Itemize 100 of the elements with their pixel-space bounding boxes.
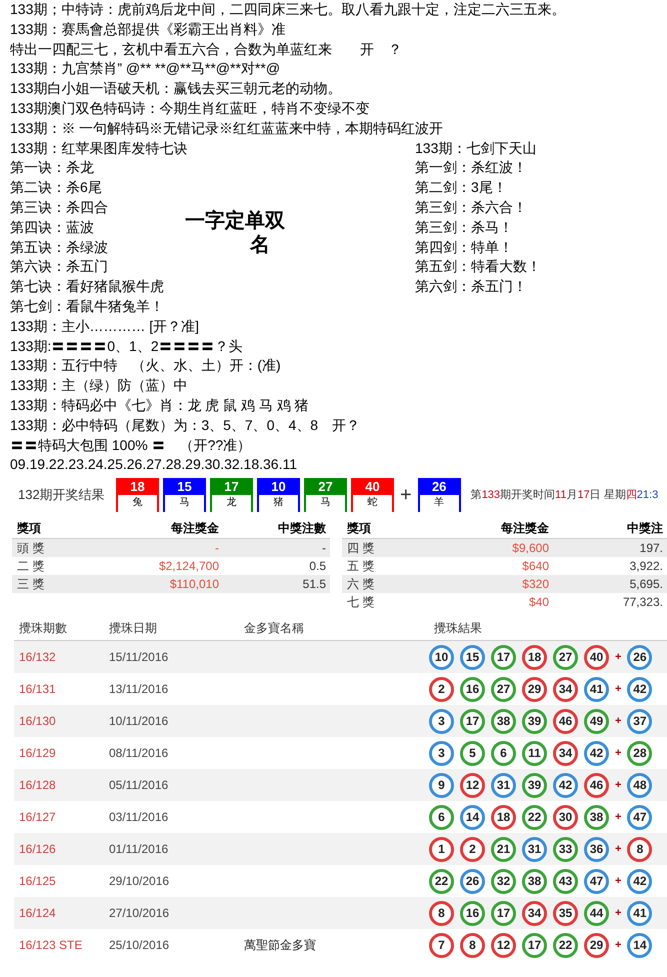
table-cell-text: $640 <box>521 558 550 576</box>
table-cell-text: 15/11/2016 <box>108 649 170 666</box>
column-header: 中獎注 <box>626 520 664 537</box>
table-cell-text: $110,010 <box>168 576 220 594</box>
plus-sign: + <box>615 682 622 697</box>
table-cell-text: 05/11/2016 <box>108 777 170 794</box>
table-cell-text: $2,124,700 <box>158 558 220 576</box>
table-cell: 萬聖節金多寶 <box>244 938 316 952</box>
column-header: 每注獎金 <box>500 520 550 537</box>
text-line: 第四诀：蓝波 <box>10 218 94 237</box>
number-tile: 15 马 <box>163 478 206 512</box>
table-cell-text: 01/11/2016 <box>108 841 170 858</box>
table-cell-text: 77,323. <box>622 594 664 612</box>
number-tile: 10 猪 <box>257 478 300 512</box>
text-line: 第一诀：杀龙 <box>10 158 94 178</box>
text-line: 133期：赛馬會总部提供《彩霸王出肖料》准 <box>10 20 286 39</box>
text-line: 133期：七剑下天山 <box>415 138 536 158</box>
text-line: 133期：特码必中《七》肖：龙 虎 鼠 鸡 马 鸡 猪 <box>10 396 309 415</box>
text-line: 133期：九宫禁肖” @** **@**马**@**对**@ <box>10 59 280 78</box>
table-cell-text: 16/127 <box>18 809 57 826</box>
text-line: 第五诀：杀绿波 <box>10 238 108 257</box>
text-line: 133期：※ 一句解特码※无错记录※红红蓝蓝来中特，本期特码红波开 <box>10 118 444 138</box>
column-header: 金多寶名稱 <box>243 620 305 637</box>
number-tile: 27 马 <box>304 478 347 512</box>
text-line: 133期；中特诗：虎前鸡后龙中间，二四同床三来七。取八看九跟十定，注定二六三五来。 <box>10 0 566 19</box>
table-cell-text: 5,695. <box>628 576 664 594</box>
text-line: 133期：主小………… [开？准] <box>10 316 200 336</box>
table-cell-text: $9,600 <box>511 540 550 558</box>
plus-sign: + <box>615 810 622 825</box>
number-tile: 26 羊 <box>418 478 461 512</box>
plus-sign: + <box>615 714 622 729</box>
table-cell-text: 29/10/2016 <box>108 873 170 890</box>
table-cell-text: 七 獎 <box>346 594 376 612</box>
text-line: 第三诀：杀四合 <box>10 198 108 217</box>
text-line: 第六剑：杀五门！ <box>415 277 527 296</box>
text-line: 第五剑：特看大数！ <box>415 257 541 276</box>
plus-sign: + <box>615 842 622 857</box>
column-header: 攪珠期數 <box>18 620 68 637</box>
number-tile: 40 蛇 <box>351 478 394 512</box>
table-cell-text: 16/124 <box>18 905 57 922</box>
text-line: 133期白小姐一语破天机：赢钱去买三朝元老的动物。 <box>10 79 342 98</box>
table-cell-text: 五 獎 <box>346 558 376 576</box>
table-cell-text: 197. <box>638 540 664 558</box>
table-cell-text: 16/125 <box>18 873 57 890</box>
table-cell-text: - <box>321 540 327 558</box>
table-cell-text: 16/131 <box>18 681 57 698</box>
text-line: 〓〓特码大包围 100% 〓 （开??准） <box>10 436 252 455</box>
column-header: 每注獎金 <box>170 520 220 537</box>
result-label: 132期开奖结果 <box>18 486 106 504</box>
column-header: 攪珠結果 <box>433 620 482 637</box>
text-line: 第一剑：杀红波！ <box>415 158 527 178</box>
table-cell-text: 08/11/2016 <box>108 745 170 762</box>
text-line: 133期:〓〓〓〓0、1、2〓〓〓〓？头 <box>10 336 243 356</box>
table-cell-text: 27/10/2016 <box>108 905 170 922</box>
plus-sign: + <box>615 650 622 665</box>
text-line: 第二剑：3尾！ <box>415 178 507 198</box>
table-cell-text: 16/132 <box>18 649 57 666</box>
plus-sign: + <box>399 483 413 508</box>
table-cell-text: 25/10/2016 <box>108 937 170 954</box>
text-line: 第七诀：看好猪鼠猴牛虎 <box>10 277 164 296</box>
table-cell-text: 0.5 <box>308 558 327 576</box>
table-cell-text: $40 <box>528 594 550 612</box>
number-tile: 18 兔 <box>116 478 159 512</box>
table-cell-text: 二 獎 <box>16 558 46 576</box>
table-cell-text: 六 獎 <box>346 576 376 594</box>
text-line: 133期：必中特码（尾数）为：3、5、7、0、4、8 开？ <box>10 416 360 435</box>
text-line: 第七剑：看鼠牛猪兔羊！ <box>10 296 164 316</box>
column-header: 中獎注數 <box>277 520 327 537</box>
next-draw-time: 第133期开奖时间11月 17日 星期四21:3 <box>470 488 658 503</box>
table-cell-text: 3,922. <box>628 558 664 576</box>
plus-sign: + <box>615 938 622 953</box>
text-line: 133期：红苹果图库发特七诀 <box>10 138 188 158</box>
text-line: 第三剑：杀马！ <box>415 218 513 237</box>
table-cell-text: 16/128 <box>18 777 57 794</box>
text-line: 133期：五行中特 （火、水、土）开：(准) <box>10 356 281 376</box>
text-line: 第四剑：特单！ <box>415 238 513 257</box>
text-line: 133期澳门双色特码诗：今期生肖红蓝旺，特肖不变绿不变 <box>10 98 370 118</box>
text-line: 133期：主（绿）防（蓝）中 <box>10 376 188 396</box>
column-header: 獎項 <box>16 520 42 537</box>
table-cell-text: 03/11/2016 <box>108 809 170 826</box>
table-cell-text: 10/11/2016 <box>108 713 170 730</box>
text-line: 第六诀：杀五门 <box>10 257 108 276</box>
table-cell-text: 16/123 STE <box>18 937 84 954</box>
table-cell-text: $320 <box>521 576 550 594</box>
plus-sign: + <box>615 746 622 761</box>
headline-text: 名 <box>250 232 270 257</box>
text-line: 特出一四配三七，玄机中看五六合，合数为单蓝红来 开 ？ <box>10 40 402 59</box>
column-header: 獎項 <box>346 520 372 537</box>
table-cell-text: 三 獎 <box>16 576 46 594</box>
table-cell-text: 13/11/2016 <box>108 681 170 698</box>
column-header: 攪珠日期 <box>108 620 158 637</box>
table-cell-text: 16/130 <box>18 713 57 730</box>
table-cell-text: - <box>214 540 220 558</box>
table-cell-text: 51.5 <box>302 576 327 594</box>
table-cell-text: 頭 獎 <box>16 540 46 558</box>
plus-sign: + <box>615 778 622 793</box>
table-cell-text: 16/129 <box>18 745 57 762</box>
table-cell-text: 四 獎 <box>346 540 376 558</box>
text-line: 09.19.22.23.24.25.26.27.28.29.30.32.18.36.11 <box>10 455 297 474</box>
text-line: 第二诀：杀6尾 <box>10 178 102 198</box>
